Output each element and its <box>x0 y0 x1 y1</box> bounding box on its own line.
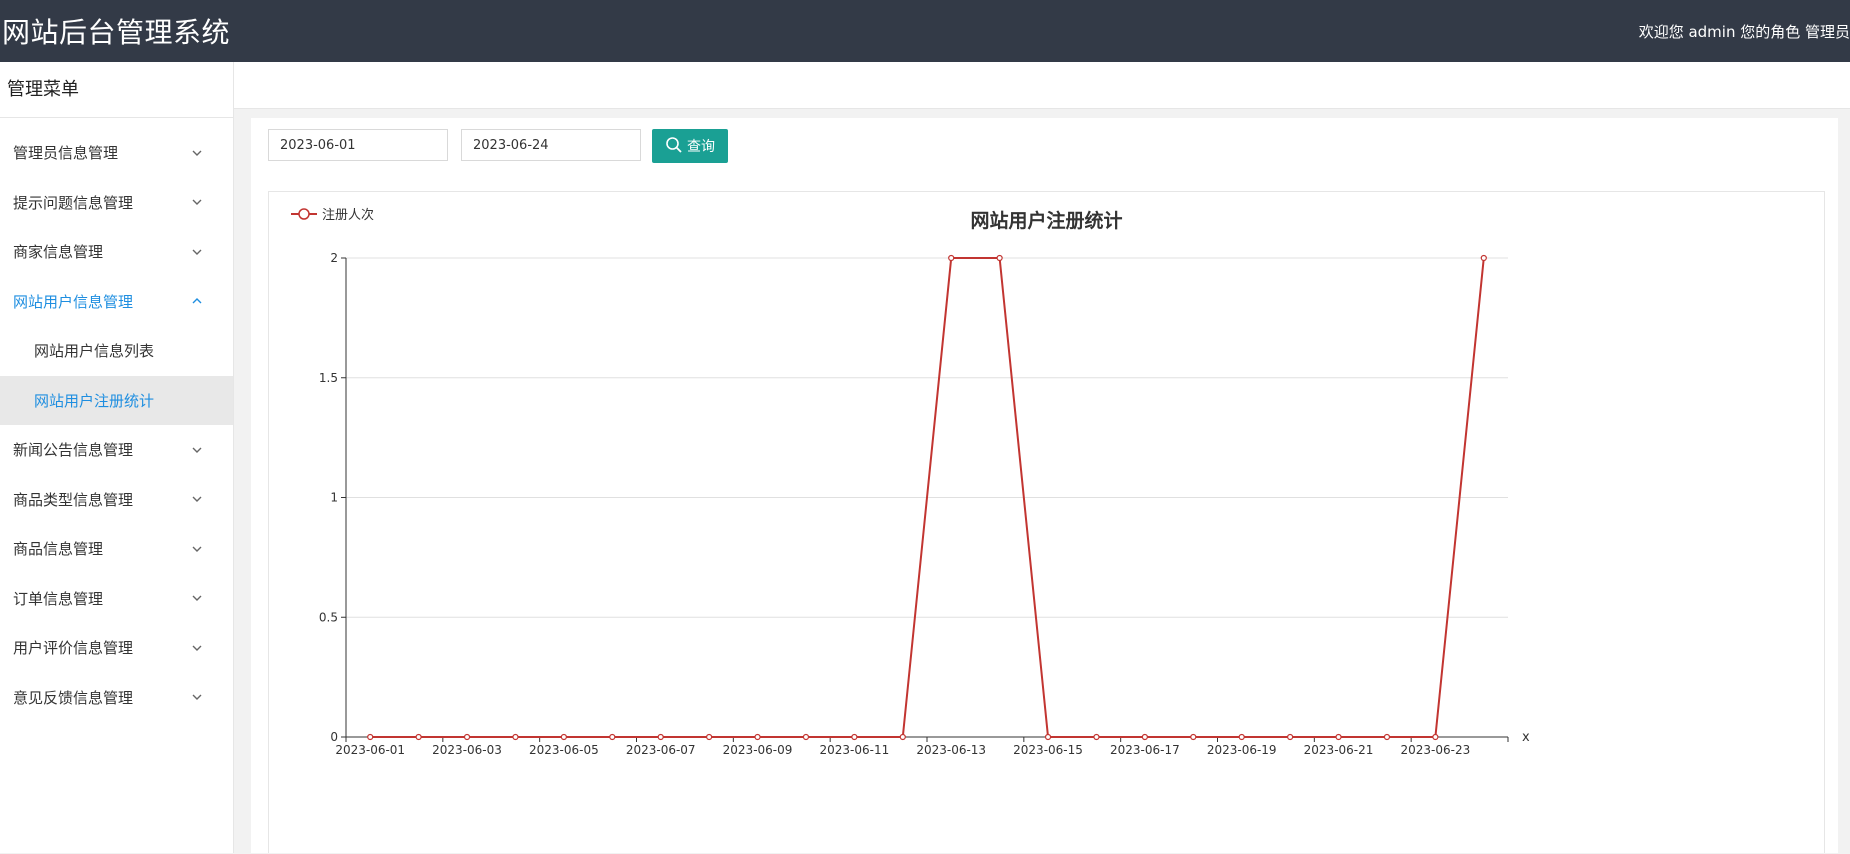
chevron-down-icon <box>191 444 203 456</box>
x-tick-label: 2023-06-05 <box>529 743 599 757</box>
data-point <box>996 254 1003 262</box>
start-date-input[interactable] <box>268 129 448 161</box>
chevron-up-icon <box>191 295 203 307</box>
data-point <box>560 733 567 741</box>
x-tick-label: 2023-06-07 <box>626 743 696 757</box>
top-bar: 网站后台管理系统 欢迎您 admin 您的角色 管理员 <box>0 0 1850 62</box>
data-point <box>1238 733 1245 741</box>
data-point <box>1141 733 1148 741</box>
data-point <box>367 733 374 741</box>
chart-container: 注册人次 网站用户注册统计 0 0.5 1 1.5 2 x 2023-06-01 2023-0… <box>268 191 1825 853</box>
sidebar-title: 管理菜单 <box>0 62 233 118</box>
data-point <box>1432 733 1439 741</box>
x-tick-label: 2023-06-23 <box>1401 743 1471 757</box>
sidebar-item-5[interactable]: 商品类型信息管理 <box>0 475 233 525</box>
sidebar: 管理菜单 管理员信息管理 提示问题信息管理 商家信息管理网站用户信息管理网站用户信息… <box>0 62 234 853</box>
main-panel: 查询 注册人次 网站用户注册统计 00.511.52x2023-06-01202… <box>251 118 1838 853</box>
data-point <box>899 733 906 741</box>
end-date-input[interactable] <box>461 129 641 161</box>
chevron-down-icon <box>191 543 203 555</box>
sidebar-item-label: 订单信息管理 <box>13 589 104 608</box>
chevron-down-icon <box>191 196 203 208</box>
chevron-down-icon <box>191 147 203 159</box>
sidebar-item-label: 提示问题信息管理 <box>13 193 134 212</box>
x-tick-label: 2023-06-19 <box>1207 743 1277 757</box>
data-point <box>512 733 519 741</box>
x-tick-label: 2023-06-03 <box>432 743 502 757</box>
sidebar-item-label: 商品信息管理 <box>13 540 104 559</box>
sidebar-item-label: 商品类型信息管理 <box>13 490 134 509</box>
data-point <box>463 733 471 741</box>
y-tick-label: 0.5 <box>319 610 338 624</box>
sidebar-item-2[interactable]: 商家信息管理 <box>0 227 233 277</box>
x-tick-label: 2023-06-13 <box>916 743 986 757</box>
search-icon <box>665 136 683 157</box>
data-point <box>706 733 713 741</box>
sidebar-item-1[interactable]: 提示问题信息管理 <box>0 178 233 228</box>
sidebar-item-7[interactable]: 订单信息管理 <box>0 574 233 624</box>
x-tick-label: 2023-06-21 <box>1304 743 1374 757</box>
x-tick-label: 2023-06-11 <box>820 743 890 757</box>
sidebar-item-label: 新闻公告信息管理 <box>13 441 134 460</box>
y-tick-label: 0 <box>330 730 338 744</box>
data-point <box>802 733 810 741</box>
data-point <box>1287 733 1294 741</box>
data-point <box>1044 733 1052 741</box>
line-chart: 0 0.5 1 1.5 2 x 2023-06-01 2023-06-03 2023-06-05… <box>319 251 1530 757</box>
data-point <box>415 733 422 741</box>
app-title: 网站后台管理系统 <box>2 16 231 49</box>
sidebar-item-3[interactable]: 网站用户信息管理 <box>0 277 233 327</box>
x-tick-label: 2023-06-15 <box>1013 743 1083 757</box>
query-button[interactable]: 查询 <box>652 129 728 163</box>
sidebar-item-9[interactable]: 意见反馈信息管理 <box>0 673 233 723</box>
sidebar-item-label: 商家信息管理 <box>13 243 104 262</box>
chevron-down-icon <box>191 691 203 703</box>
data-point <box>1335 733 1342 741</box>
sidebar-item-8[interactable]: 用户评价信息管理 <box>0 623 233 673</box>
query-button-label: 查询 <box>687 138 715 154</box>
sidebar-item-6[interactable]: 商品信息管理 <box>0 524 233 574</box>
data-point <box>1480 254 1487 262</box>
sidebar-item-label: 意见反馈信息管理 <box>13 688 134 707</box>
content-tab-bar <box>234 62 1850 109</box>
x-tick-label: 2023-06-09 <box>723 743 793 757</box>
sidebar-subitem-3-1[interactable]: 网站用户注册统计 <box>0 375 233 425</box>
sidebar-subitem-3-0[interactable]: 网站用户信息列表 <box>0 326 233 376</box>
sidebar-item-label: 用户评价信息管理 <box>13 639 134 658</box>
welcome-text: 欢迎您 admin 您的角色 管理员 <box>1638 22 1850 41</box>
chevron-down-icon <box>191 246 203 258</box>
chevron-down-icon <box>191 642 203 654</box>
data-point <box>948 254 955 262</box>
sidebar-item-label: 管理员信息管理 <box>13 144 119 163</box>
data-point <box>851 733 858 741</box>
data-point <box>754 733 761 741</box>
chevron-down-icon <box>191 592 203 604</box>
data-point <box>1190 733 1197 741</box>
y-tick-label: 1.5 <box>319 371 338 385</box>
data-point <box>657 733 664 741</box>
data-point <box>1383 733 1391 741</box>
sidebar-item-0[interactable]: 管理员信息管理 <box>0 128 233 178</box>
chevron-down-icon <box>191 493 203 505</box>
x-tick-label: 2023-06-01 <box>335 743 405 757</box>
sidebar-item-label: 网站用户信息管理 <box>13 292 134 311</box>
data-point <box>1093 733 1100 741</box>
data-point <box>609 733 616 741</box>
x-tick-label: 2023-06-17 <box>1110 743 1180 757</box>
y-tick-label: 2 <box>330 251 338 265</box>
y-tick-label: 1 <box>330 491 338 505</box>
sidebar-item-4[interactable]: 新闻公告信息管理 <box>0 425 233 475</box>
sidebar-menu: 管理员信息管理 提示问题信息管理 商家信息管理网站用户信息管理网站用户信息列表 网站用… <box>0 128 233 722</box>
x-axis-label: x <box>1522 730 1530 745</box>
